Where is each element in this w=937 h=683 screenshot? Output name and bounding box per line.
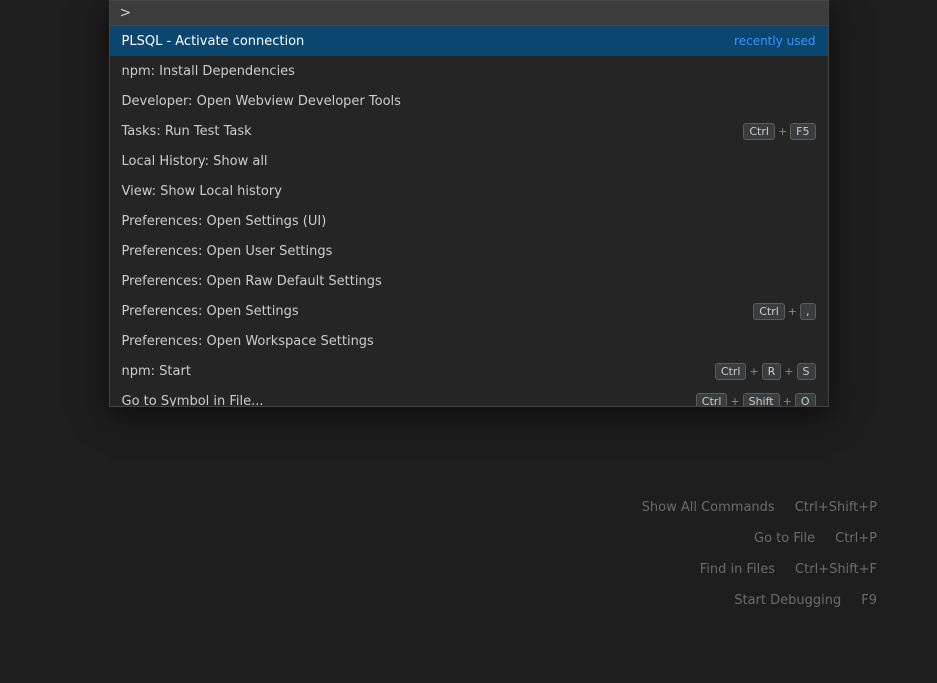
keybinding: Ctrl+R+S: [715, 363, 816, 380]
command-item[interactable]: Preferences: Open Settings Ctrl+,: [110, 296, 828, 326]
command-name: Preferences: Open Settings: [122, 304, 746, 319]
hint-shortcut: F9: [861, 593, 877, 608]
background-hints: Show All Commands Ctrl+Shift+P Go to File C…: [0, 420, 937, 683]
command-item[interactable]: Preferences: Open Workspace Settings: [110, 326, 828, 356]
key-separator: +: [730, 395, 739, 407]
command-item[interactable]: Preferences: Open Settings (UI): [110, 206, 828, 236]
command-item[interactable]: npm: Install Dependencies: [110, 56, 828, 86]
command-name: Preferences: Open Workspace Settings: [122, 334, 816, 349]
command-item[interactable]: Go to Symbol in File...Ctrl+Shift+O: [110, 386, 828, 406]
key: R: [762, 363, 782, 380]
key: Ctrl: [743, 123, 775, 140]
command-name: Local History: Show all: [122, 154, 816, 169]
recently-used-badge: recently used: [734, 34, 815, 48]
command-item[interactable]: Preferences: Open User Settings: [110, 236, 828, 266]
command-name: Preferences: Open Settings (UI): [122, 214, 816, 229]
key: F5: [790, 123, 815, 140]
command-item[interactable]: Developer: Open Webview Developer Tools: [110, 86, 828, 116]
command-item[interactable]: View: Show Local history: [110, 176, 828, 206]
search-bar: >: [110, 1, 828, 26]
command-name: Preferences: Open Raw Default Settings: [122, 274, 816, 289]
key: Ctrl: [753, 303, 785, 320]
hint-row: Go to File Ctrl+P: [754, 531, 877, 546]
search-prefix: >: [120, 5, 132, 21]
key-separator: +: [778, 125, 787, 138]
command-item[interactable]: Local History: Show all: [110, 146, 828, 176]
hint-row: Start Debugging F9: [734, 593, 877, 608]
key: S: [797, 363, 816, 380]
command-name: Developer: Open Webview Developer Tools: [122, 94, 816, 109]
command-palette: > PLSQL - Activate connection recently us…: [109, 0, 829, 407]
keybinding: Ctrl+F5: [743, 123, 815, 140]
key-separator: +: [784, 365, 793, 378]
key: Ctrl: [696, 393, 728, 407]
key: Ctrl: [715, 363, 747, 380]
command-name: npm: Start: [122, 364, 707, 379]
command-list: PLSQL - Activate connection recently used…: [110, 26, 828, 406]
hint-label: Show All Commands: [642, 500, 775, 515]
key-separator: +: [783, 395, 792, 407]
hint-shortcut: Ctrl+Shift+F: [795, 562, 877, 577]
command-name: Go to Symbol in File...: [122, 394, 688, 407]
command-name: npm: Install Dependencies: [122, 64, 816, 79]
command-item[interactable]: Tasks: Run Test Task Ctrl+F5: [110, 116, 828, 146]
hint-label: Start Debugging: [734, 593, 841, 608]
command-name: PLSQL - Activate connection: [122, 34, 727, 49]
command-item[interactable]: Preferences: Open Raw Default Settings: [110, 266, 828, 296]
command-name: Preferences: Open User Settings: [122, 244, 816, 259]
command-name: Tasks: Run Test Task: [122, 124, 736, 139]
key-separator: +: [788, 305, 797, 318]
key: O: [795, 393, 816, 407]
hint-shortcut: Ctrl+Shift+P: [795, 500, 877, 515]
hint-label: Go to File: [754, 531, 815, 546]
command-item[interactable]: npm: StartCtrl+R+S: [110, 356, 828, 386]
command-item[interactable]: PLSQL - Activate connection recently used: [110, 26, 828, 56]
command-name: View: Show Local history: [122, 184, 816, 199]
hint-label: Find in Files: [700, 562, 775, 577]
key-separator: +: [749, 365, 758, 378]
keybinding: Ctrl+Shift+O: [696, 393, 816, 407]
key: ,: [800, 303, 816, 320]
hint-row: Show All Commands Ctrl+Shift+P: [642, 500, 877, 515]
key: Shift: [743, 393, 780, 407]
keybinding: Ctrl+,: [753, 303, 815, 320]
search-input[interactable]: [133, 5, 817, 21]
hint-shortcut: Ctrl+P: [835, 531, 877, 546]
hint-row: Find in Files Ctrl+Shift+F: [700, 562, 877, 577]
